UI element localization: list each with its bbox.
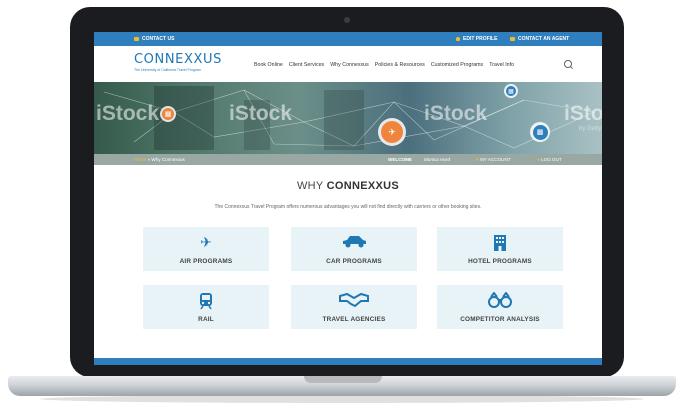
nav-book-online[interactable]: Book Online bbox=[254, 62, 283, 68]
breadcrumb-home[interactable]: Home bbox=[134, 157, 146, 162]
laptop-notch bbox=[304, 376, 382, 383]
envelope-icon bbox=[134, 37, 139, 41]
watermark: iStock bbox=[229, 102, 293, 125]
building-bubble: ▦ bbox=[504, 84, 518, 98]
site-header: CONNEXXUS The University of California T… bbox=[94, 46, 602, 82]
intro-text: The Connexxus Travel Program offers nume… bbox=[214, 204, 482, 210]
browser-screen: CONTACT US EDIT PROFILE CONTACT AN AGENT… bbox=[94, 32, 602, 365]
train-icon bbox=[143, 292, 269, 313]
airplane-icon: ✈ bbox=[200, 234, 212, 250]
camera-icon bbox=[344, 17, 350, 23]
nav-travel-info[interactable]: Travel Info bbox=[489, 62, 514, 68]
log-out-link[interactable]: ● LOG OUT bbox=[537, 157, 562, 162]
airplane-icon: ✈ bbox=[381, 121, 403, 143]
watermark: iStock bbox=[564, 102, 602, 125]
page-title: WHY CONNEXXUS bbox=[296, 180, 400, 192]
hero-banner: iStock iStock iStock iStock by Getty ▩ ✈… bbox=[94, 82, 602, 154]
nav-customized-programs[interactable]: Customized Programs bbox=[431, 62, 483, 68]
plane-bubble: ✈ bbox=[378, 118, 406, 146]
building-icon: ▦ bbox=[506, 86, 516, 96]
laptop-lid: CONTACT US EDIT PROFILE CONTACT AN AGENT… bbox=[70, 7, 624, 377]
breadcrumb-welcome-bar: Home » Why Connexxus WELCOME Monica Hurd… bbox=[94, 154, 602, 165]
laptop-shadow bbox=[40, 395, 644, 403]
hotel-icon bbox=[437, 234, 563, 255]
tile-car-programs[interactable]: CAR PROGRAMS bbox=[291, 227, 417, 271]
watermark: iStock bbox=[424, 102, 488, 125]
handshake-icon bbox=[291, 292, 417, 311]
watermark: iStock bbox=[96, 102, 160, 125]
tile-air-programs[interactable]: ✈ AIR PROGRAMS bbox=[143, 227, 269, 271]
bus-icon: ▩ bbox=[532, 124, 548, 140]
welcome-user: Monica Hurd bbox=[424, 157, 451, 162]
nav-why-connexxus[interactable]: Why Connexxus bbox=[330, 62, 369, 68]
search-icon[interactable] bbox=[564, 60, 572, 68]
tile-travel-agencies[interactable]: TRAVEL AGENCIES bbox=[291, 285, 417, 329]
nav-client-services[interactable]: Client Services bbox=[289, 62, 324, 68]
user-icon: ● bbox=[476, 157, 479, 162]
bus-bubble: ▩ bbox=[530, 122, 550, 142]
connexxus-logo[interactable]: CONNEXXUS The University of California T… bbox=[134, 52, 222, 72]
envelope-icon bbox=[510, 37, 515, 41]
logout-icon: ● bbox=[537, 157, 540, 162]
watermark-sub: by Getty bbox=[579, 126, 602, 132]
main-nav: Book Online Client Services Why Connexxu… bbox=[254, 62, 514, 68]
car-icon: ▩ bbox=[162, 108, 174, 120]
tile-hotel-programs[interactable]: HOTEL PROGRAMS bbox=[437, 227, 563, 271]
welcome-label: WELCOME bbox=[388, 157, 412, 162]
tile-competitor-analysis[interactable]: COMPETITOR ANALYSIS bbox=[437, 285, 563, 329]
nav-policies-resources[interactable]: Policies & Resources bbox=[375, 62, 425, 68]
tile-rail[interactable]: RAIL bbox=[143, 285, 269, 329]
footer-strip bbox=[94, 358, 602, 365]
breadcrumb: Home » Why Connexxus bbox=[134, 157, 185, 162]
edit-profile-link[interactable]: EDIT PROFILE bbox=[456, 36, 497, 42]
breadcrumb-current: Why Connexxus bbox=[151, 157, 185, 162]
binoculars-icon bbox=[437, 291, 563, 311]
contact-us-link[interactable]: CONTACT US bbox=[134, 36, 174, 42]
car-bubble: ▩ bbox=[160, 106, 176, 122]
my-account-link[interactable]: ● MY ACCOUNT bbox=[476, 157, 511, 162]
contact-agent-link[interactable]: CONTACT AN AGENT bbox=[510, 36, 569, 42]
user-icon bbox=[456, 37, 460, 41]
top-utility-bar: CONTACT US EDIT PROFILE CONTACT AN AGENT bbox=[94, 32, 602, 46]
car-icon bbox=[291, 234, 417, 251]
